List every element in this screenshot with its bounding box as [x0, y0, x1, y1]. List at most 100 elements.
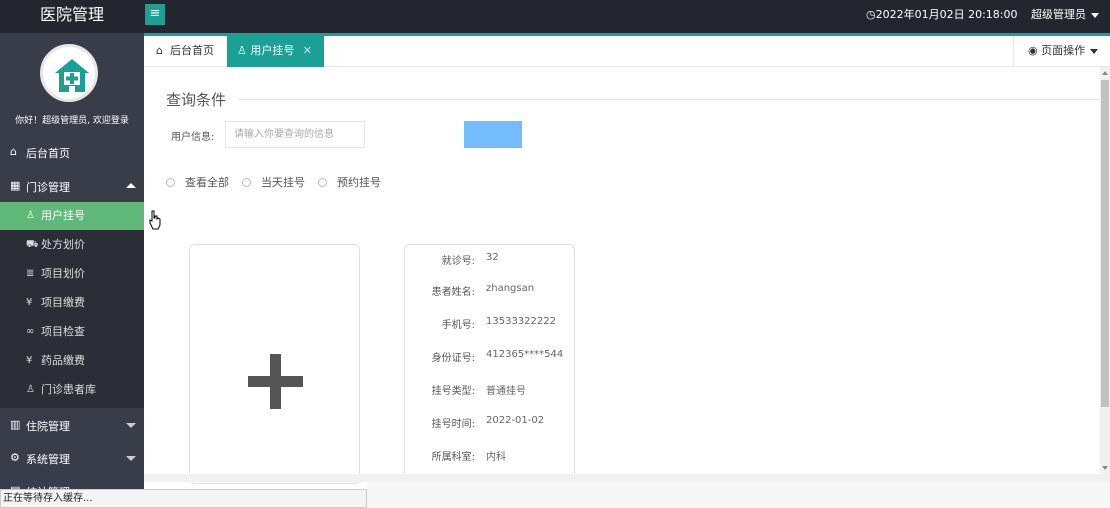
- tab-label: 后台首页: [169, 44, 214, 57]
- sidebar-item-home[interactable]: ⌂ 后台首页: [0, 145, 144, 163]
- bottom-strip: [367, 482, 1110, 508]
- gear-icon: ⚙: [10, 451, 20, 464]
- welcome-text: 你好！超级管理员, 欢迎登录: [15, 116, 129, 126]
- legend-divider: [238, 99, 1100, 100]
- info-row-phone: 手机号: 13533322222: [405, 316, 576, 332]
- user-name: 超级管理员: [1031, 8, 1086, 21]
- radio-today[interactable]: 当天挂号: [242, 174, 305, 190]
- radio-label: 查看全部: [185, 176, 229, 189]
- info-value: 普通挂号: [486, 386, 526, 397]
- sidebar-item-outpatient[interactable]: ▦ 门诊管理: [0, 179, 144, 197]
- search-input[interactable]: [225, 121, 365, 148]
- info-row-registration-time: 挂号时间: 2022-01-02: [405, 415, 576, 431]
- info-value: 32: [486, 252, 499, 263]
- info-value: 内科: [486, 452, 506, 463]
- scroll-down-icon[interactable]: [1102, 466, 1108, 470]
- sidebar-item-label: 项目缴费: [41, 296, 85, 309]
- menu-toggle-button[interactable]: ≡: [145, 4, 165, 25]
- radio-appointment[interactable]: 预约挂号: [318, 174, 381, 190]
- info-label: 患者姓名:: [431, 287, 475, 298]
- hand-cursor-icon: [149, 210, 161, 230]
- info-label: 身份证号:: [431, 353, 475, 364]
- home-icon: ⌂: [156, 44, 163, 57]
- close-icon[interactable]: ✕: [303, 36, 312, 66]
- datetime-display: ◷2022年01月02日 20:18:00: [866, 0, 1018, 30]
- browser-status-bar: 正在等待存入缓存...: [0, 489, 367, 508]
- app-title: 医院管理: [39, 5, 104, 24]
- top-header: 医院管理 ≡ ◷2022年01月02日 20:18:00 超级管理员: [0, 0, 1110, 33]
- page-operations-menu[interactable]: ◉ 页面操作: [1013, 36, 1110, 66]
- user-icon: ♙: [237, 44, 247, 57]
- tab-bar: ⌂ 后台首页 ♙ 用户挂号 ✕ ◉ 页面操作: [144, 36, 1110, 67]
- tab-home[interactable]: ⌂ 后台首页: [144, 36, 227, 67]
- radio-circle-icon: [318, 178, 327, 187]
- info-row-patient-name: 患者姓名: zhangsan: [405, 283, 576, 299]
- page-operations-label: 页面操作: [1041, 44, 1086, 57]
- sidebar-item-label: 门诊患者库: [41, 383, 96, 396]
- info-value: zhangsan: [486, 283, 535, 294]
- sidebar-item-label: 系统管理: [26, 453, 70, 466]
- radio-view-all[interactable]: 查看全部: [166, 174, 229, 190]
- query-conditions-legend: 查询条件: [166, 91, 227, 109]
- chevron-down-icon: [1090, 48, 1099, 54]
- link-icon: ∞: [26, 326, 35, 337]
- sidebar-item-label: 门诊管理: [26, 181, 70, 194]
- horizontal-scrollbar[interactable]: [144, 474, 1110, 482]
- avatar: [40, 44, 98, 102]
- info-row-id-number: 身份证号: 412365****544: [405, 349, 576, 365]
- search-button[interactable]: [464, 121, 522, 148]
- sidebar-item-system[interactable]: ⚙ 系统管理: [0, 451, 144, 469]
- sidebar-item-label: 住院管理: [26, 420, 70, 433]
- registration-card: 就诊号: 32 患者姓名: zhangsan 手机号: 13533322222 …: [404, 244, 575, 484]
- hospital-logo-icon: [55, 59, 89, 92]
- grid-icon: ▦: [10, 179, 21, 192]
- columns-icon: ▥: [10, 418, 21, 431]
- user-info-label: 用户信息:: [171, 132, 215, 143]
- sidebar-item-label: 用户挂号: [41, 209, 85, 222]
- user-menu[interactable]: 超级管理员: [1031, 0, 1099, 30]
- outpatient-submenu: ♙ 用户挂号 ⛟ 处方划价 ≣ 项目划价 ¥ 项目缴费 ∞ 项目检查 ¥ 药品缴…: [0, 202, 144, 408]
- vertical-scrollbar[interactable]: [1100, 67, 1110, 474]
- scrollbar-thumb[interactable]: [1101, 80, 1109, 407]
- radio-label: 当天挂号: [261, 176, 305, 189]
- home-icon: ⌂: [10, 145, 17, 158]
- tab-label: 用户挂号: [250, 44, 295, 57]
- scroll-up-icon[interactable]: [1102, 71, 1108, 75]
- sidebar-item-item-pricing[interactable]: ≣ 项目划价: [0, 260, 144, 288]
- user-icon: ♙: [26, 210, 35, 221]
- list-icon: ≣: [26, 268, 35, 279]
- datetime-text: 2022年01月02日 20:18:00: [875, 8, 1018, 21]
- main-content: 查询条件 用户信息: 查看全部 当天挂号 预约挂号 就诊号: 32 患者姓名: …: [144, 67, 1100, 484]
- sidebar-item-label: 项目检查: [41, 325, 85, 338]
- sidebar-item-item-payment[interactable]: ¥ 项目缴费: [0, 289, 144, 317]
- sidebar-item-drug-payment[interactable]: ¥ 药品缴费: [0, 347, 144, 375]
- chevron-down-icon: [126, 423, 136, 428]
- chevron-down-icon: [126, 456, 136, 461]
- sidebar-item-label: 处方划价: [41, 238, 85, 251]
- sidebar-item-prescription-pricing[interactable]: ⛟ 处方划价: [0, 231, 144, 259]
- sidebar: 你好！超级管理员, 欢迎登录 ⌂ 后台首页 ▦ 门诊管理 ♙ 用户挂号 ⛟ 处方…: [0, 33, 144, 508]
- sidebar-item-user-registration[interactable]: ♙ 用户挂号: [0, 202, 144, 230]
- tab-user-registration[interactable]: ♙ 用户挂号 ✕: [227, 36, 324, 67]
- chevron-down-icon: [1091, 12, 1099, 18]
- info-value: 13533322222: [486, 316, 556, 327]
- yen-icon: ¥: [26, 355, 33, 366]
- info-label: 挂号类型:: [431, 386, 475, 397]
- sidebar-item-label: 后台首页: [26, 147, 70, 160]
- sidebar-item-patient-library[interactable]: ♙ 门诊患者库: [0, 376, 144, 404]
- clock-icon: ◷: [866, 8, 876, 21]
- info-label: 手机号:: [441, 320, 475, 331]
- sidebar-item-label: 药品缴费: [41, 354, 85, 367]
- info-label: 挂号时间:: [431, 419, 475, 430]
- info-label: 所属科室:: [431, 452, 475, 463]
- sidebar-item-item-check[interactable]: ∞ 项目检查: [0, 318, 144, 346]
- info-label: 就诊号:: [441, 256, 475, 267]
- radio-label: 预约挂号: [337, 176, 381, 189]
- plus-icon-bar: [248, 376, 303, 387]
- info-value: 2022-01-02: [486, 415, 545, 426]
- cart-icon: ⛟: [26, 239, 39, 250]
- add-registration-card[interactable]: [189, 244, 360, 484]
- sidebar-item-inpatient[interactable]: ▥ 住院管理: [0, 418, 144, 436]
- info-row-visit-number: 就诊号: 32: [405, 252, 576, 268]
- info-row-department: 所属科室: 内科: [405, 448, 576, 464]
